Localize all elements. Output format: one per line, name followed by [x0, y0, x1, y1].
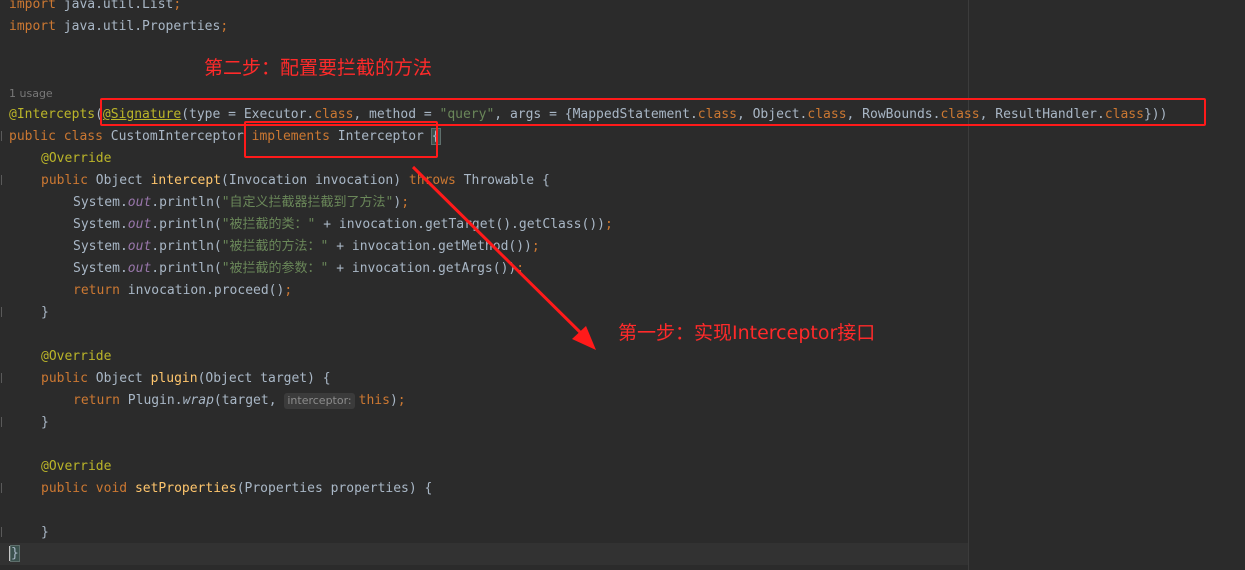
arrow-shaft — [411, 165, 592, 344]
annotation-arrow — [411, 165, 596, 350]
